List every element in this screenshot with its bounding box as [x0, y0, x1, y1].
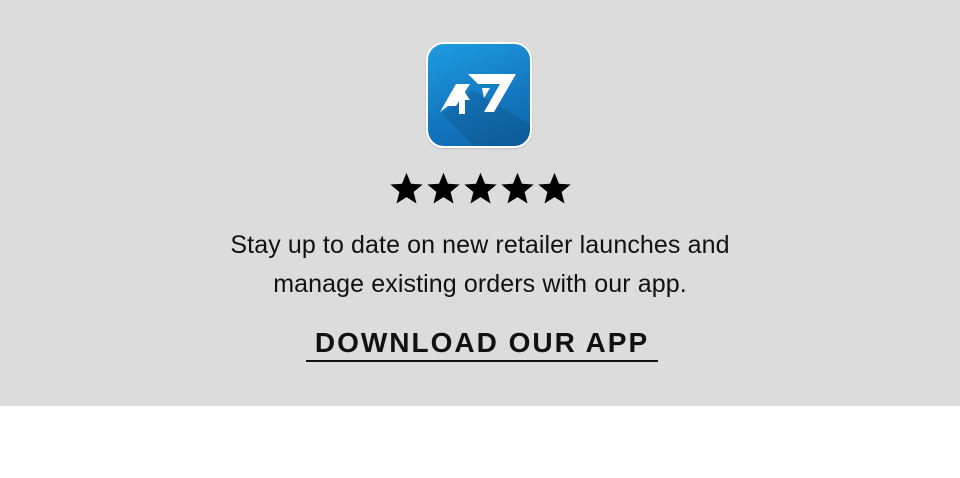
app-promo-banner: Stay up to date on new retailer launches… [0, 0, 960, 406]
star-icon [462, 170, 499, 207]
promo-description-line-1: Stay up to date on new retailer launches… [230, 231, 730, 259]
download-app-link[interactable]: DOWNLOAD OUR APP [306, 326, 658, 362]
app-logo-icon[interactable] [426, 42, 532, 148]
promo-description-line-2: manage existing orders with our app. [273, 270, 687, 298]
star-icon [499, 170, 536, 207]
star-rating [385, 168, 575, 208]
app-logo-glyph [440, 74, 530, 146]
star-icon [388, 170, 425, 207]
promo-description: Stay up to date on new retailer launches… [150, 226, 810, 304]
star-icon [536, 170, 573, 207]
star-icon [425, 170, 462, 207]
